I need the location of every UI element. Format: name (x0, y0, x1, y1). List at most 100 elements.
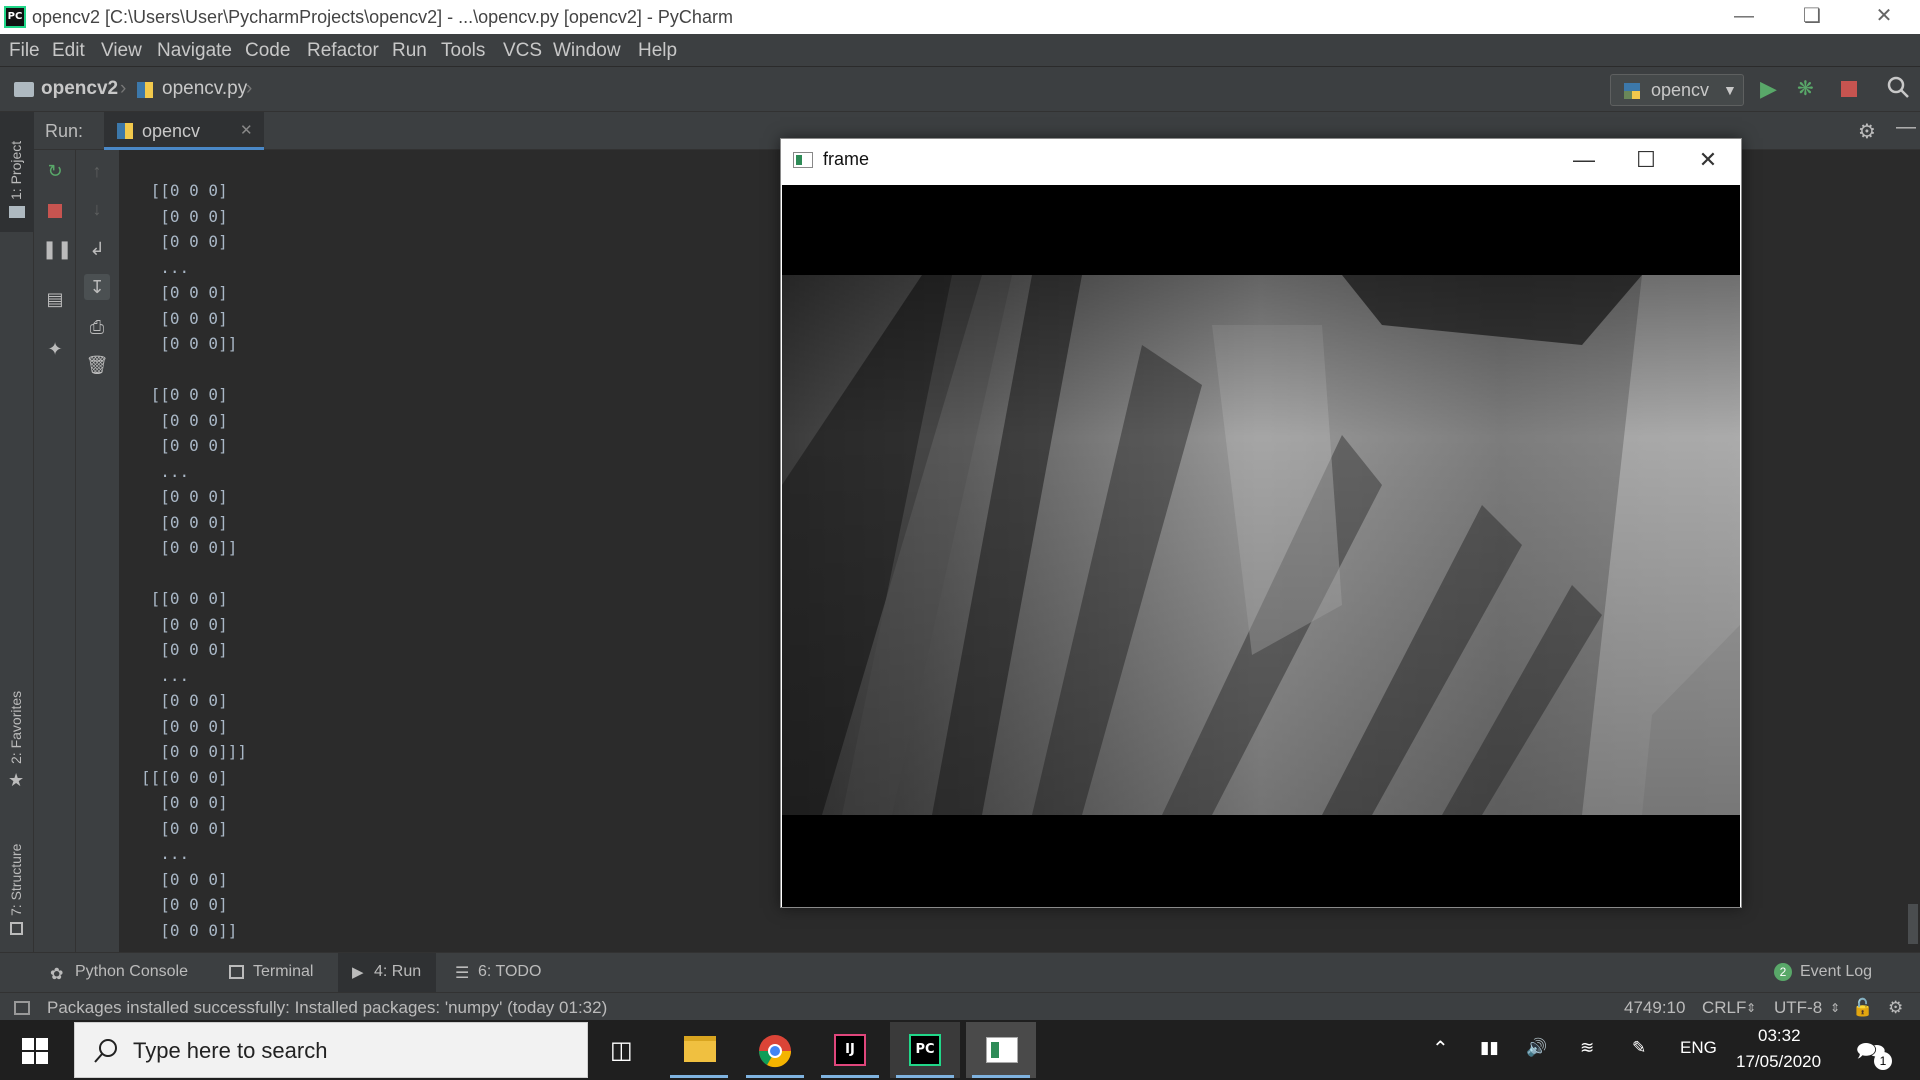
windows-taskbar: Type here to search ◫ IJ PC ⌃ ▮▮ 🔊 ≋ ✎ E… (0, 1020, 1920, 1080)
opencv-frame-window[interactable]: frame — ☐ ✕ (780, 138, 1742, 908)
toggle-tool-windows-icon[interactable] (14, 1001, 30, 1015)
wifi-icon[interactable]: ≋ (1580, 1038, 1594, 1058)
lock-icon[interactable]: 🔓 (1852, 998, 1873, 1018)
frame-minimize-button[interactable]: — (1553, 139, 1615, 183)
menu-refactor[interactable]: Refactor (307, 40, 379, 62)
taskbar-file-explorer[interactable] (664, 1022, 734, 1078)
windows-start-icon[interactable] (22, 1038, 48, 1069)
run-panel-label: Run: (45, 121, 84, 141)
close-button[interactable]: ✕ (1856, 0, 1912, 34)
menu-help[interactable]: Help (638, 40, 677, 62)
folder-icon (14, 82, 34, 97)
task-view-icon[interactable]: ◫ (610, 1036, 633, 1065)
pause-icon[interactable]: ❚❚ (42, 236, 72, 262)
taskbar-chrome[interactable] (740, 1022, 810, 1078)
breadcrumb-project[interactable]: opencv2 (41, 78, 118, 100)
chrome-icon (758, 1034, 792, 1073)
battery-icon[interactable]: ▮▮ (1480, 1038, 1499, 1058)
caret-position[interactable]: 4749:10 (1624, 998, 1685, 1018)
minimize-button[interactable]: — (1716, 0, 1772, 34)
breadcrumb-separator-icon: › (246, 78, 253, 99)
menu-run[interactable]: Run (392, 40, 427, 62)
tab-run-active[interactable]: ▶ 4: Run (338, 953, 436, 993)
console-text: [[0 0 0] [0 0 0] [0 0 0] ... [0 0 0] [0 … (141, 181, 247, 940)
chevron-up-icon[interactable]: ⌃ (1432, 1036, 1449, 1061)
input-language[interactable]: ENG (1680, 1038, 1717, 1058)
pycharm-app-icon: PC (4, 6, 26, 28)
breadcrumb-separator-icon: › (120, 78, 127, 99)
bottom-tool-tabs: ✿ Python Console Terminal ▶ 4: Run ☰ 6: … (0, 952, 1920, 993)
menu-code[interactable]: Code (245, 40, 290, 62)
debug-icon[interactable]: ❋ (1797, 76, 1814, 101)
gear-icon[interactable]: ⚙ (1858, 119, 1876, 144)
line-separator[interactable]: CRLF (1702, 998, 1746, 1018)
menu-tools[interactable]: Tools (441, 40, 485, 62)
search-icon (93, 1037, 119, 1070)
project-folder-icon (9, 206, 25, 218)
run-icon[interactable]: ▶ (1760, 76, 1777, 102)
window-title-bar: PC opencv2 [C:\Users\User\PycharmProject… (0, 0, 1920, 34)
tab-project[interactable]: 1: Project (8, 141, 24, 200)
volume-icon[interactable]: 🔊 (1526, 1038, 1547, 1058)
menu-navigate[interactable]: Navigate (157, 40, 232, 62)
stop-icon[interactable] (1841, 81, 1857, 97)
stop-icon[interactable] (42, 198, 68, 224)
menu-window[interactable]: Window (553, 40, 621, 62)
status-message[interactable]: Packages installed successfully: Install… (47, 998, 607, 1018)
window-title: opencv2 [C:\Users\User\PycharmProjects\o… (32, 7, 733, 27)
pin-icon[interactable]: ✦ (42, 336, 68, 362)
grayscale-camera-image (782, 275, 1740, 815)
hide-panel-icon[interactable]: — (1896, 116, 1916, 139)
todo-icon: ☰ (455, 965, 470, 982)
run-toolbar-primary: ↻ ❚❚ ▤ ✦ (34, 150, 76, 952)
tab-terminal[interactable]: Terminal (253, 963, 313, 981)
pen-icon[interactable]: ✎ (1632, 1038, 1646, 1058)
arrow-down-icon[interactable]: ↓ (84, 196, 110, 222)
run-tab[interactable]: opencv ✕ (104, 112, 264, 150)
menu-edit[interactable]: Edit (52, 40, 85, 62)
tab-python-console[interactable]: Python Console (75, 963, 188, 981)
search-icon[interactable] (1886, 75, 1910, 106)
inspector-icon[interactable]: ⚙ (1888, 998, 1903, 1018)
print-icon[interactable]: ⎙ (84, 314, 110, 340)
taskbar-search-box[interactable]: Type here to search (74, 1022, 588, 1078)
clock-time[interactable]: 03:32 (1758, 1026, 1801, 1046)
soft-wrap-icon[interactable]: ↲ (84, 236, 110, 262)
close-tab-icon[interactable]: ✕ (240, 121, 253, 139)
taskbar-opencv-frame[interactable] (966, 1022, 1036, 1078)
taskbar-pycharm[interactable]: PC (890, 1022, 960, 1078)
breadcrumb-file[interactable]: opencv.py (162, 78, 247, 100)
console-scrollbar-thumb[interactable] (1908, 904, 1918, 944)
run-tab-icon: ▶ (352, 964, 364, 981)
tab-favorites[interactable]: 2: Favorites (8, 691, 24, 764)
layout-icon[interactable]: ▤ (42, 286, 68, 312)
scroll-to-end-icon[interactable]: ↧ (84, 274, 110, 300)
python-config-icon (1623, 82, 1641, 100)
frame-maximize-button[interactable]: ☐ (1615, 139, 1677, 183)
intellij-icon: IJ (834, 1034, 866, 1066)
tab-event-log[interactable]: Event Log (1800, 963, 1872, 981)
restore-button[interactable]: ❏ (1784, 0, 1840, 34)
frame-window-title: frame (823, 149, 870, 169)
event-log-badge: 2 (1774, 963, 1792, 981)
run-configuration-selector[interactable]: opencv ▼ (1610, 74, 1744, 106)
tab-todo[interactable]: 6: TODO (478, 963, 541, 981)
menu-file[interactable]: File (9, 40, 40, 62)
tab-structure[interactable]: 7: Structure (8, 844, 24, 916)
taskbar-intellij[interactable]: IJ (815, 1022, 885, 1078)
trash-icon[interactable]: 🗑 (84, 352, 110, 378)
notification-count: 1 (1874, 1052, 1892, 1070)
menu-vcs[interactable]: VCS (503, 40, 542, 62)
clock-date[interactable]: 17/05/2020 (1736, 1052, 1821, 1072)
camera-frame-image (782, 185, 1740, 907)
arrow-up-icon[interactable]: ↑ (84, 158, 110, 184)
rerun-icon[interactable]: ↻ (42, 158, 68, 184)
frame-window-taskbar-icon (986, 1037, 1018, 1063)
frame-close-button[interactable]: ✕ (1677, 139, 1739, 183)
terminal-icon (229, 965, 244, 979)
menu-view[interactable]: View (101, 40, 142, 62)
chevron-down-icon: ▼ (1723, 82, 1737, 98)
structure-icon (10, 922, 23, 935)
updown-icon: ⇕ (1746, 1001, 1757, 1015)
file-encoding[interactable]: UTF-8 (1774, 998, 1822, 1018)
